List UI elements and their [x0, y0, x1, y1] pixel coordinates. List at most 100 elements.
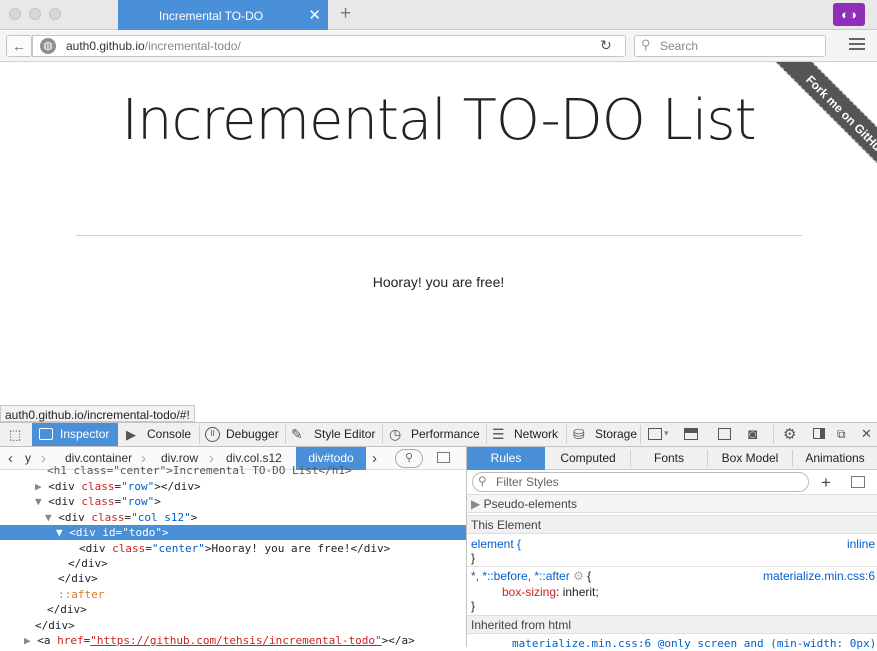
- markup-link[interactable]: "https://github.com/tehsis/incremental-t…: [90, 634, 381, 647]
- rule-source-link[interactable]: materialize.min.css:6: [763, 569, 875, 584]
- tab-animations[interactable]: Animations: [793, 447, 877, 470]
- css-selector: element {: [471, 537, 522, 551]
- markup-line[interactable]: ▶ <div class="row"></div>: [0, 479, 466, 494]
- markup-tag: >: [190, 511, 198, 524]
- rule-selector[interactable]: element {: [471, 537, 521, 552]
- markup-tag: </div>: [68, 557, 108, 570]
- settings-gear-icon[interactable]: ⚙: [783, 425, 796, 443]
- pick-element-icon[interactable]: ⬚: [9, 427, 21, 443]
- undock-window-icon[interactable]: ⧉: [837, 427, 846, 442]
- markup-tag: >: [154, 495, 161, 508]
- rule-close: }: [471, 599, 476, 613]
- markup-tag: >: [162, 526, 169, 539]
- markup-line[interactable]: </div>: [0, 571, 466, 586]
- markup-tag: ></a>: [381, 634, 415, 647]
- markup-attr-name: id: [102, 526, 116, 539]
- markup-attr-name: class: [81, 495, 115, 508]
- url-text[interactable]: auth0.github.io/incremental-todo/: [66, 39, 241, 53]
- expand-arrow-icon[interactable]: ▶: [24, 634, 37, 647]
- network-icon: ☰: [492, 426, 505, 442]
- markup-line[interactable]: ▼ <div class="row">: [0, 494, 466, 509]
- tab-rules[interactable]: Rules: [467, 447, 545, 470]
- tab-style-editor-label: Style Editor: [314, 427, 376, 441]
- markup-tag: <div: [79, 542, 113, 555]
- tab-network[interactable]: Network: [510, 423, 558, 446]
- tab-console[interactable]: Console: [143, 423, 191, 446]
- tab-storage[interactable]: Storage: [591, 423, 637, 446]
- markup-line[interactable]: ::after: [0, 587, 466, 602]
- dock-side-icon[interactable]: [813, 428, 825, 439]
- url-path: /incremental-todo/: [144, 39, 241, 53]
- toggle-pane-icon[interactable]: [437, 452, 450, 463]
- private-browsing-icon: ◐◑: [833, 3, 865, 26]
- tab-box-model[interactable]: Box Model: [708, 447, 792, 470]
- tab-title: Incremental TO-DO: [158, 9, 264, 23]
- chevron-down-icon[interactable]: ▾: [664, 428, 669, 439]
- tab-performance-label: Performance: [411, 427, 480, 441]
- highlight-selector-icon[interactable]: ⚙: [573, 569, 584, 583]
- browser-tab[interactable]: Incremental TO-DO ✕: [118, 0, 328, 30]
- tab-debugger[interactable]: Debugger: [222, 423, 279, 446]
- style-editor-icon: ✎: [291, 426, 303, 442]
- expand-arrow-icon[interactable]: ▶: [471, 497, 484, 511]
- collapse-arrow-icon[interactable]: ▼: [45, 511, 58, 524]
- markup-line[interactable]: </div>: [0, 618, 466, 633]
- collapse-arrow-icon[interactable]: ▼: [56, 526, 69, 539]
- markup-attr-name: class: [112, 542, 146, 555]
- markup-tag: </div>: [58, 572, 98, 585]
- storage-icon: ⛁: [573, 426, 585, 442]
- markup-tag: <div: [48, 480, 82, 493]
- markup-attr-value: "todo": [122, 526, 162, 539]
- tab-debugger-label: Debugger: [226, 427, 279, 441]
- markup-attr-name: href: [57, 634, 84, 647]
- screenshot-camera-icon[interactable]: ◙: [748, 426, 757, 443]
- frame-select-icon[interactable]: [648, 428, 662, 440]
- collapse-arrow-icon[interactable]: ▼: [35, 495, 48, 508]
- close-devtools-icon[interactable]: ✕: [861, 426, 872, 442]
- markup-text: <h1 class="center">Incremental TO-DO Lis…: [47, 464, 352, 477]
- new-tab-icon[interactable]: +: [340, 3, 351, 25]
- separator: [566, 425, 567, 444]
- close-window-button[interactable]: [9, 8, 21, 20]
- markup-line[interactable]: ▼ <div class="col s12">: [0, 510, 466, 525]
- pseudo-elements-section[interactable]: ▶ Pseudo-elements: [467, 494, 877, 513]
- tab-performance[interactable]: Performance: [407, 423, 480, 446]
- rule-source-link[interactable]: materialize.min.css:6 @only screen and (…: [512, 636, 876, 651]
- markup-line[interactable]: <h1 class="center">Incremental TO-DO Lis…: [0, 463, 466, 478]
- hamburger-menu-icon[interactable]: [849, 38, 865, 53]
- markup-line[interactable]: ▶ <a href="https://github.com/tehsis/inc…: [0, 633, 466, 648]
- debugger-icon: II: [205, 427, 220, 442]
- minimize-window-button[interactable]: [29, 8, 41, 20]
- markup-line-selected[interactable]: ▼ <div id="todo">: [0, 525, 466, 540]
- tab-style-editor[interactable]: Style Editor: [310, 423, 375, 446]
- this-element-header: This Element: [467, 515, 877, 534]
- filter-placeholder: Filter Styles: [496, 475, 559, 489]
- zoom-window-button[interactable]: [49, 8, 61, 20]
- inherited-header: Inherited from html: [467, 615, 877, 634]
- add-rule-icon[interactable]: +: [821, 473, 831, 493]
- tab-fonts[interactable]: Fonts: [631, 447, 707, 470]
- search-placeholder: Search: [660, 39, 699, 53]
- markup-line[interactable]: </div>: [0, 602, 466, 617]
- markup-pseudo: ::after: [58, 588, 105, 601]
- search-icon: ⚲: [478, 474, 487, 488]
- expand-arrow-icon[interactable]: ▶: [35, 480, 48, 493]
- toggle-pseudo-class-icon[interactable]: [851, 476, 865, 488]
- tab-computed[interactable]: Computed: [546, 447, 630, 470]
- divider: [76, 235, 802, 236]
- divider: [467, 566, 877, 567]
- rule-source-link[interactable]: inline: [847, 537, 875, 552]
- split-console-icon[interactable]: [684, 428, 698, 440]
- rule-selector[interactable]: *, *::before, *::after ⚙ {: [471, 569, 591, 584]
- globe-icon[interactable]: ◍: [40, 38, 56, 54]
- fork-me-ribbon[interactable]: Fork me on GitHub: [767, 62, 877, 195]
- back-button[interactable]: ←: [6, 35, 32, 57]
- responsive-design-icon[interactable]: [718, 428, 731, 440]
- markup-line[interactable]: </div>: [0, 556, 466, 571]
- section-label: This Element: [471, 518, 542, 532]
- markup-line[interactable]: <div class="center">Hooray! you are free…: [0, 541, 466, 556]
- close-tab-icon[interactable]: ✕: [308, 6, 321, 24]
- reload-icon[interactable]: ↻: [600, 37, 612, 54]
- css-declaration[interactable]: box-sizing: inherit;: [502, 585, 599, 600]
- rule-open: {: [587, 569, 592, 583]
